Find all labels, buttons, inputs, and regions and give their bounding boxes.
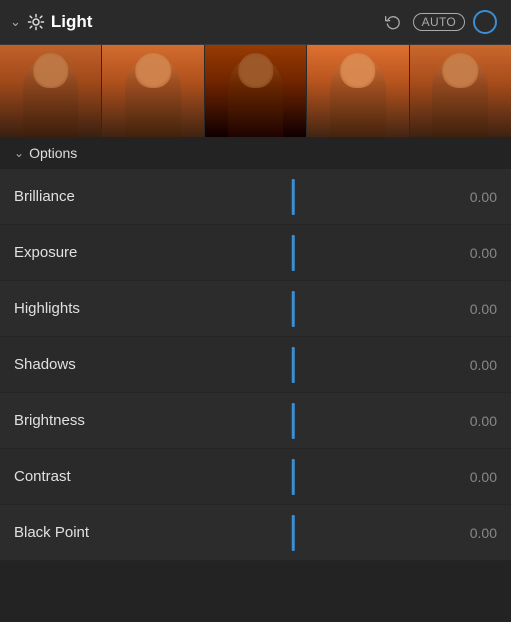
toggle-circle-button[interactable]: [473, 10, 497, 34]
slider-track-shadows[interactable]: [144, 337, 442, 392]
slider-indicator-brilliance: [292, 179, 295, 215]
thumbnail-5[interactable]: [409, 45, 511, 137]
slider-label-shadows: Shadows: [14, 356, 144, 373]
slider-indicator-black-point: [292, 515, 295, 551]
slider-row-highlights[interactable]: Highlights 0.00: [0, 281, 511, 337]
auto-button[interactable]: AUTO: [413, 13, 465, 31]
panel-header: ⌄ Light AUTO: [0, 0, 511, 45]
slider-row-brilliance[interactable]: Brilliance 0.00: [0, 169, 511, 225]
slider-row-shadows[interactable]: Shadows 0.00: [0, 337, 511, 393]
slider-value-exposure: 0.00: [442, 245, 497, 261]
slider-value-shadows: 0.00: [442, 357, 497, 373]
slider-indicator-exposure: [292, 235, 295, 271]
slider-track-contrast[interactable]: [144, 449, 442, 504]
sun-icon: [27, 13, 45, 31]
slider-indicator-shadows: [292, 347, 295, 383]
slider-track-brilliance[interactable]: [144, 169, 442, 224]
sliders-container: Brilliance 0.00 Exposure 0.00 Highlights…: [0, 169, 511, 622]
slider-row-black-point[interactable]: Black Point 0.00: [0, 505, 511, 561]
options-label: Options: [29, 145, 77, 161]
light-panel: ⌄ Light AUTO: [0, 0, 511, 622]
thumbnail-2[interactable]: [101, 45, 203, 137]
slider-label-brightness: Brightness: [14, 412, 144, 429]
slider-value-brightness: 0.00: [442, 413, 497, 429]
options-chevron-icon: ⌄: [14, 146, 24, 160]
slider-label-brilliance: Brilliance: [14, 188, 144, 205]
undo-button[interactable]: [381, 12, 405, 32]
slider-value-highlights: 0.00: [442, 301, 497, 317]
panel-title: Light: [51, 12, 375, 32]
slider-value-contrast: 0.00: [442, 469, 497, 485]
slider-track-exposure[interactable]: [144, 225, 442, 280]
slider-value-black-point: 0.00: [442, 525, 497, 541]
slider-track-brightness[interactable]: [144, 393, 442, 448]
header-controls: AUTO: [381, 10, 497, 34]
thumbnail-4[interactable]: [306, 45, 408, 137]
slider-indicator-highlights: [292, 291, 295, 327]
slider-label-highlights: Highlights: [14, 300, 144, 317]
slider-row-brightness[interactable]: Brightness 0.00: [0, 393, 511, 449]
slider-label-black-point: Black Point: [14, 524, 144, 541]
slider-value-brilliance: 0.00: [442, 189, 497, 205]
slider-track-black-point[interactable]: [144, 505, 442, 560]
slider-track-highlights[interactable]: [144, 281, 442, 336]
slider-label-contrast: Contrast: [14, 468, 144, 485]
slider-indicator-brightness: [292, 403, 295, 439]
slider-row-contrast[interactable]: Contrast 0.00: [0, 449, 511, 505]
options-header[interactable]: ⌄ Options: [0, 137, 511, 169]
slider-label-exposure: Exposure: [14, 244, 144, 261]
slider-row-exposure[interactable]: Exposure 0.00: [0, 225, 511, 281]
image-strip: [0, 45, 511, 137]
thumbnail-1[interactable]: [0, 45, 101, 137]
slider-indicator-contrast: [292, 459, 295, 495]
collapse-chevron-icon[interactable]: ⌄: [10, 14, 21, 30]
thumbnail-3[interactable]: [204, 45, 306, 137]
